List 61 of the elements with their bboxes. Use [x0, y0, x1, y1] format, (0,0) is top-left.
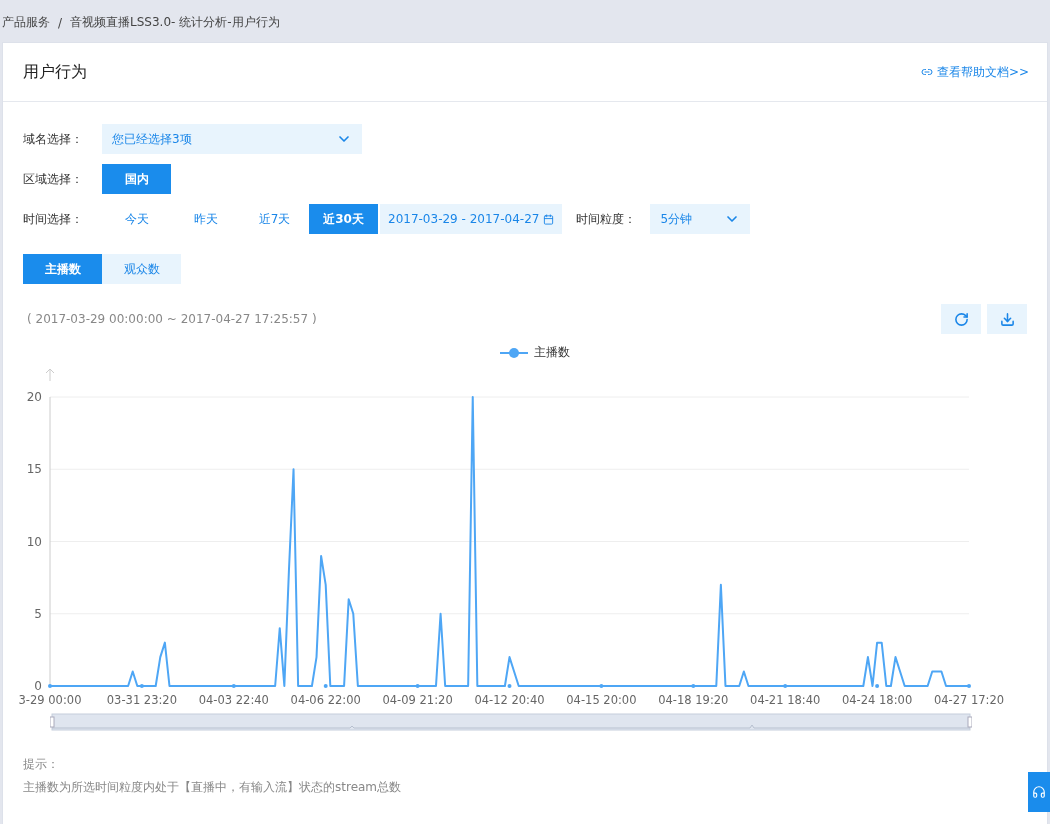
x-tick-label: 3-29 00:00 — [18, 693, 82, 707]
y-tick-label: 5 — [34, 606, 42, 621]
time-option[interactable]: 今天 — [102, 204, 171, 234]
support-button[interactable] — [1028, 772, 1050, 812]
domain-select[interactable]: 您已经选择3项 — [102, 124, 362, 154]
y-tick-label: 20 — [26, 390, 42, 404]
x-tick-label: 04-09 21:20 — [382, 693, 453, 707]
x-tick-label: 04-15 20:00 — [566, 693, 637, 707]
time-option[interactable]: 近7天 — [240, 204, 309, 234]
help-link[interactable]: 查看帮助文档>> — [920, 63, 1029, 81]
field-label: 时间粒度： — [576, 210, 637, 228]
x-tick-label: 04-12 20:40 — [474, 693, 545, 707]
field-label: 时间选择： — [23, 210, 84, 228]
x-tick-label: 04-21 18:40 — [750, 693, 821, 707]
legend-label[interactable]: 主播数 — [534, 344, 570, 361]
data-point-marker — [783, 684, 788, 688]
field-label: 域名选择： — [23, 130, 84, 148]
x-tick-label: 04-27 17:20 — [933, 693, 1005, 707]
metric-tab[interactable]: 主播数 — [23, 254, 102, 284]
y-tick-label: 10 — [26, 534, 42, 549]
x-tick-label: 04-03 22:40 — [198, 693, 269, 707]
y-axis-arrow-icon — [45, 368, 55, 382]
date-range-field[interactable]: 2017-03-29 - 2017-04-27 — [380, 204, 563, 234]
hint-text: 主播数为所选时间粒度内处于【直播中，有输入流】状态的stream总数 — [23, 779, 403, 796]
refresh-icon — [953, 311, 969, 327]
x-tick-label: 04-18 19:20 — [658, 693, 729, 707]
time-range-text: ( 2017-03-29 00:00:00 ~ 2017-04-27 17:25:57 ) — [27, 312, 317, 326]
y-tick-label: 0 — [34, 679, 42, 693]
legend-line-dot-icon — [500, 346, 528, 359]
region-option[interactable]: 国内 — [102, 164, 171, 194]
download-button[interactable] — [987, 304, 1027, 334]
headphones-icon — [1032, 785, 1046, 799]
breadcrumb-separator: / — [58, 15, 63, 30]
breadcrumb-link[interactable]: 产品服务 — [2, 14, 50, 31]
breadcrumb-current: 音视频直播LSS3.0- 统计分析-用户行为 — [70, 14, 280, 31]
page-title: 用户行为 — [23, 61, 87, 83]
data-point-marker — [691, 684, 696, 688]
data-point-marker — [231, 684, 236, 688]
data-point-marker — [967, 684, 971, 688]
x-tick-label: 04-06 22:00 — [290, 693, 361, 707]
x-tick-label: 03-31 23:20 — [106, 693, 177, 707]
hint-title: 提示： — [23, 756, 60, 773]
data-point-marker — [48, 684, 52, 688]
refresh-button[interactable] — [941, 304, 981, 334]
data-point-marker — [507, 684, 512, 688]
metric-tab[interactable]: 观众数 — [102, 254, 181, 284]
data-point-marker — [323, 684, 328, 688]
y-tick-label: 15 — [26, 462, 42, 477]
x-tick-label: 04-24 18:00 — [842, 693, 913, 707]
data-point-marker — [139, 684, 144, 688]
zoom-slider-drawing[interactable] — [50, 713, 972, 731]
granularity-select[interactable]: 5分钟 — [650, 204, 751, 234]
data-point-marker — [599, 684, 604, 688]
field-label: 区域选择： — [23, 170, 84, 188]
calendar-icon — [543, 213, 555, 225]
data-point-marker — [415, 684, 420, 688]
data-point-marker — [875, 684, 880, 688]
download-icon — [999, 311, 1015, 327]
time-option[interactable]: 近30天 — [309, 204, 378, 234]
link-icon — [920, 66, 933, 78]
time-option[interactable]: 昨天 — [171, 204, 240, 234]
